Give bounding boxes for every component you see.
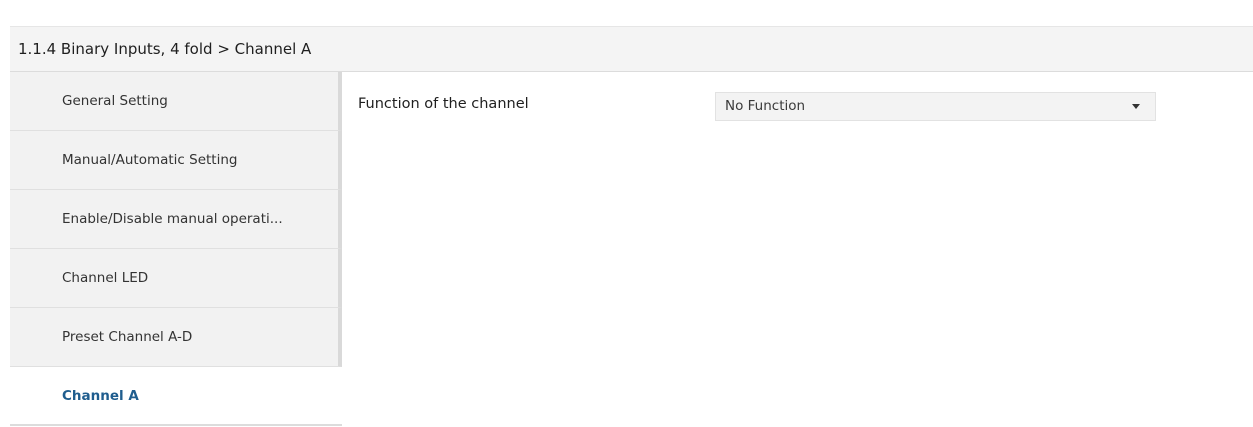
function-of-channel-label: Function of the channel bbox=[358, 96, 529, 112]
page-title: 1.1.4 Binary Inputs, 4 fold > Channel A bbox=[18, 40, 312, 58]
function-of-channel-value: No Function bbox=[725, 98, 806, 114]
sidebar-item-channel-a[interactable]: Channel A bbox=[10, 367, 342, 426]
sidebar-item-label: Enable/Disable manual operati... bbox=[62, 211, 283, 227]
sidebar: General Setting Manual/Automatic Setting… bbox=[10, 72, 342, 427]
sidebar-item-label: General Setting bbox=[62, 93, 168, 109]
parameter-panel: Function of the channel No Function bbox=[342, 72, 1253, 427]
sidebar-item-general-setting[interactable]: General Setting bbox=[10, 72, 342, 131]
sidebar-item-manual-automatic-setting[interactable]: Manual/Automatic Setting bbox=[10, 131, 342, 190]
breadcrumb-header: 1.1.4 Binary Inputs, 4 fold > Channel A bbox=[10, 26, 1253, 72]
sidebar-item-label: Manual/Automatic Setting bbox=[62, 152, 238, 168]
sidebar-item-preset-channel-a-d[interactable]: Preset Channel A-D bbox=[10, 308, 342, 367]
sidebar-item-label: Preset Channel A-D bbox=[62, 329, 193, 345]
sidebar-item-label: Channel LED bbox=[62, 270, 149, 286]
sidebar-item-enable-disable-manual-operation[interactable]: Enable/Disable manual operati... bbox=[10, 190, 342, 249]
function-of-channel-select[interactable]: No Function bbox=[715, 92, 1156, 121]
parameter-window: 1.1.4 Binary Inputs, 4 fold > Channel A … bbox=[0, 0, 1253, 427]
sidebar-item-channel-led[interactable]: Channel LED bbox=[10, 249, 342, 308]
chevron-down-icon bbox=[1132, 104, 1140, 109]
sidebar-item-label: Channel A bbox=[62, 388, 139, 404]
